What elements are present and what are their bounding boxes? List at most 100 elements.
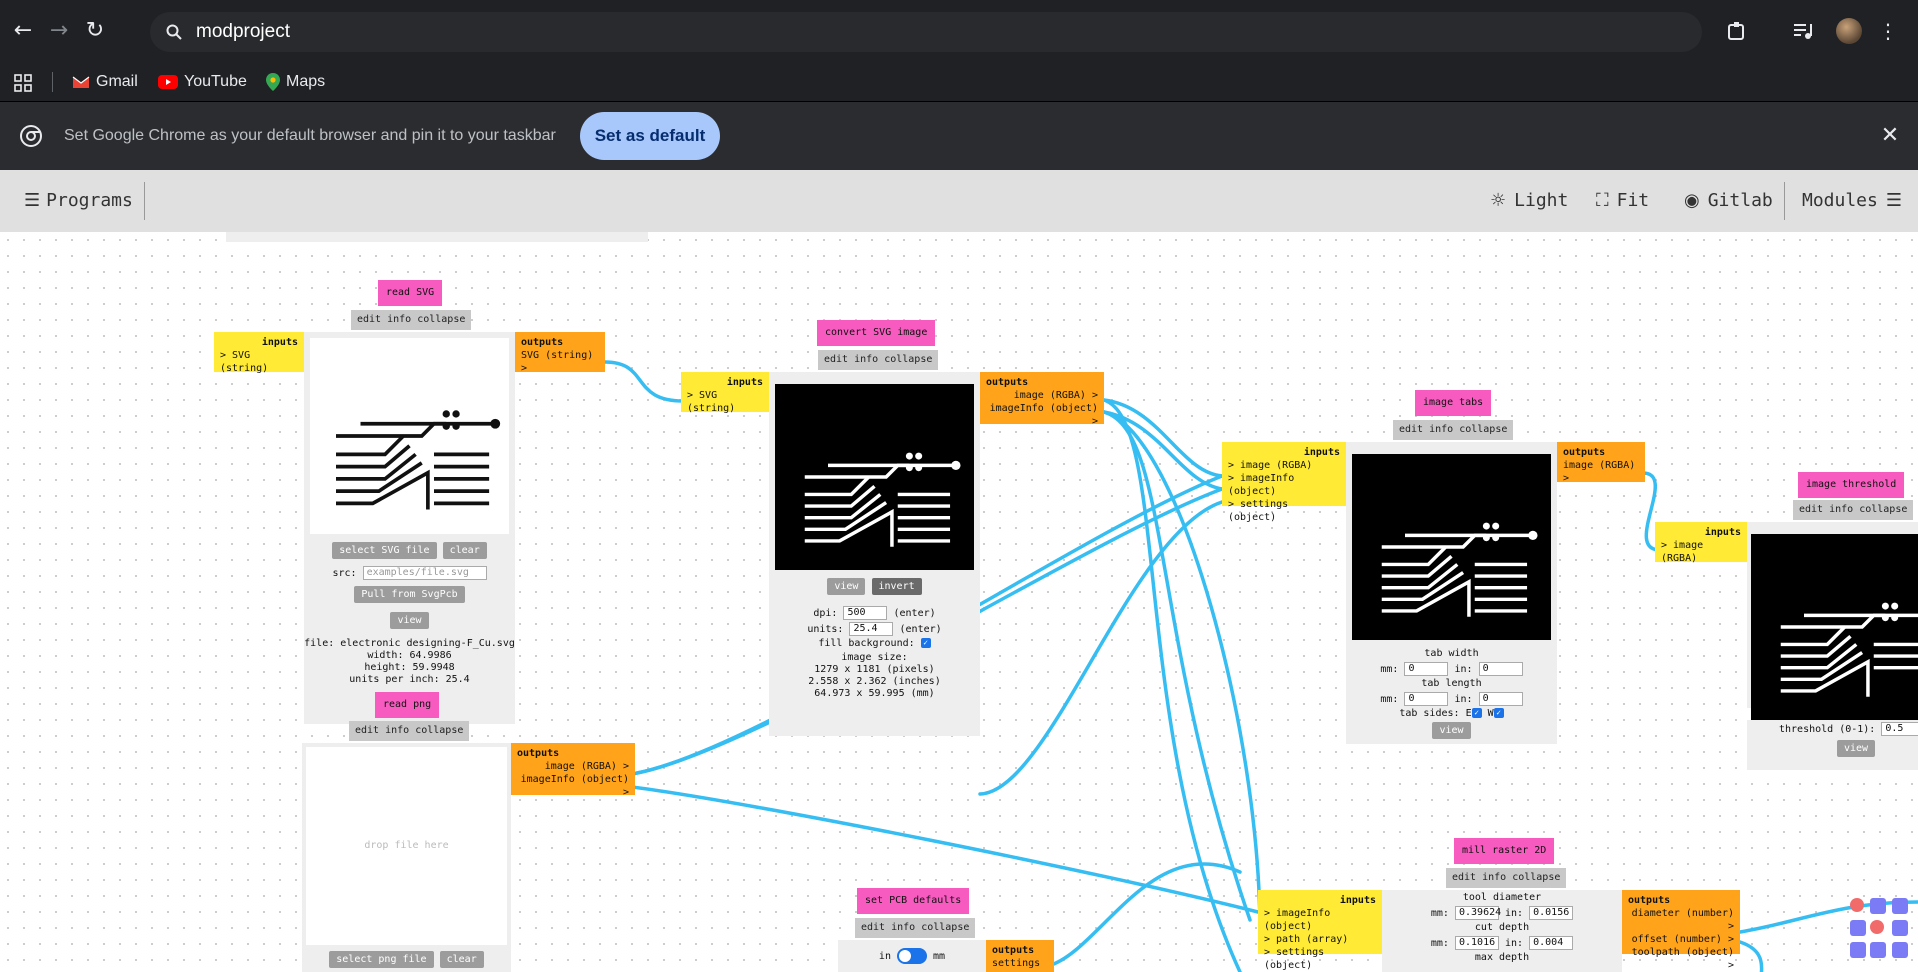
tab-side-w-checkbox[interactable]: ✓ [1493,708,1504,718]
read-svg-edit-info-collapse[interactable]: edit info collapse [351,310,472,330]
tab-length-in-input[interactable]: 0 [1478,692,1523,706]
png-drop-zone[interactable]: drop file here [306,747,507,945]
output-port-image[interactable]: image (RGBA) > [1563,459,1639,485]
input-port-svg[interactable]: > SVG (string) [687,389,763,415]
output-port-settings[interactable]: settings > [992,957,1048,972]
input-port-svg[interactable]: > SVG (string) [220,349,298,375]
read-svg-view-button[interactable]: view [390,612,429,629]
media-queue-icon[interactable] [1792,20,1814,42]
programs-label: Programs [46,190,133,211]
units-toggle-row: in mm [838,948,986,964]
pcb-defaults-title[interactable]: set PCB defaults [857,888,970,914]
read-png-edit-info-collapse[interactable]: edit info collapse [349,721,470,741]
tool-diameter-label: tool diameter [1462,892,1542,903]
invert-button[interactable]: invert [871,578,922,595]
image-tabs-view-button[interactable]: view [1432,722,1471,739]
output-port-image[interactable]: image (RGBA) > [986,389,1098,402]
fit-button[interactable]: ⛶ Fit [1596,170,1649,232]
sun-icon: ☼ [1490,190,1507,211]
fill-background-row: fill background: ✓ [769,638,980,649]
light-theme-button[interactable]: ☼ Light [1490,170,1568,232]
program-canvas[interactable]: read SVG edit info collapse inputs > SVG… [0,232,1918,972]
youtube-icon [158,74,178,89]
kebab-menu-icon[interactable]: ⋮ [1878,18,1898,44]
image-tabs-outputs: outputs image (RGBA) > [1557,442,1645,485]
forward-icon[interactable]: → [42,14,76,48]
toggle-in-label: in [878,951,891,962]
input-port-imageinfo[interactable]: > imageInfo (object) [1264,907,1376,933]
bookmark-youtube[interactable]: YouTube [158,68,247,96]
chrome-logo-icon [20,125,42,147]
reload-icon[interactable]: ↻ [78,14,112,48]
input-port-settings[interactable]: > settings (object) [1264,946,1376,972]
set-as-default-button[interactable]: Set as default [580,112,720,160]
clear-svg-button[interactable]: clear [442,542,487,559]
threshold-input[interactable]: 0.5 [1881,722,1918,736]
tab-width-mm-input[interactable]: 0 [1404,662,1449,676]
input-port-image[interactable]: > image (RGBA) [1228,459,1340,472]
apps-grid-icon[interactable] [14,74,32,92]
units-toggle-switch[interactable] [897,948,927,964]
clear-png-button[interactable]: clear [439,951,484,968]
input-port-settings[interactable]: > settings (object) [1228,498,1340,524]
src-input[interactable]: examples/file.svg [362,566,487,580]
tab-side-e-checkbox[interactable]: ✓ [1471,708,1482,718]
bookmark-gmail[interactable]: Gmail [72,68,138,96]
threshold-view-button[interactable]: view [1837,740,1876,757]
cut-depth-mm-input[interactable]: 0.1016 [1454,936,1499,950]
output-port-offset[interactable]: offset (number) > [1628,933,1734,946]
cut-depth-in-input[interactable]: 0.004 [1529,936,1574,950]
image-tabs-title[interactable]: image tabs [1415,390,1492,416]
pcb-defaults-outputs: outputs settings > [986,940,1054,972]
select-png-file-button[interactable]: select png file [329,951,434,968]
output-port-toolpath[interactable]: toolpath (object) > [1628,946,1734,972]
toggle-mm-label: mm [933,951,946,962]
output-port-diameter[interactable]: diameter (number) > [1628,907,1734,933]
image-threshold-edit-info-collapse[interactable]: edit info collapse [1793,500,1914,520]
programs-menu-button[interactable]: ☰ Programs [24,170,133,232]
image-threshold-title[interactable]: image threshold [1798,472,1905,498]
read-svg-title[interactable]: read SVG [378,280,443,306]
profile-avatar[interactable] [1836,18,1862,44]
mill-raster-edit-info-collapse[interactable]: edit info collapse [1446,868,1567,888]
dpi-input[interactable]: 500 [843,606,888,620]
address-bar[interactable]: modproject [150,12,1702,52]
cut-depth-label: cut depth [1474,922,1530,933]
in-label: in: [1505,938,1524,949]
tab-width-in-input[interactable]: 0 [1478,662,1523,676]
tool-diameter-in-input[interactable]: 0.0156 [1529,906,1574,920]
convert-view-button[interactable]: view [827,578,866,595]
input-port-path[interactable]: > path (array) [1264,933,1376,946]
pull-from-svgpcb-button[interactable]: Pull from SvgPcb [354,586,465,603]
pcb-defaults-edit-info-collapse[interactable]: edit info collapse [855,918,976,938]
offscreen-module-grid-icon[interactable] [1850,898,1918,972]
output-port-imageinfo[interactable]: imageInfo (object) > [986,402,1098,428]
output-port-svg[interactable]: SVG (string) > [521,349,599,375]
select-svg-file-button[interactable]: select SVG file [332,542,437,559]
image-tabs-edit-info-collapse[interactable]: edit info collapse [1393,420,1514,440]
close-infobar-icon[interactable]: ✕ [1876,122,1904,150]
output-port-imageinfo[interactable]: imageInfo (object) > [517,773,629,799]
tab-length-mm-input[interactable]: 0 [1404,692,1449,706]
read-png-title[interactable]: read png [375,692,440,718]
input-port-image[interactable]: > image (RGBA) [1661,539,1741,565]
convert-svg-title[interactable]: convert SVG image [817,320,936,346]
bookmark-label: Maps [286,73,326,90]
bookmark-maps[interactable]: Maps [266,68,325,96]
input-port-imageinfo[interactable]: > imageInfo (object) [1228,472,1340,498]
output-port-image[interactable]: image (RGBA) > [517,760,629,773]
modules-menu-button[interactable]: Modules ☰ [1802,170,1902,232]
units-input[interactable]: 25.4 [849,622,894,636]
tool-diameter-mm-input[interactable]: 0.39624 [1454,906,1501,920]
mill-raster-title[interactable]: mill raster 2D [1454,838,1555,864]
fill-background-checkbox[interactable]: ✓ [920,638,931,648]
outputs-heading: outputs [1628,895,1671,906]
convert-svg-edit-info-collapse[interactable]: edit info collapse [818,350,939,370]
read-svg-inputs: inputs > SVG (string) [214,332,304,375]
extensions-icon[interactable] [1726,20,1748,42]
tab-length-label: tab length [1421,678,1482,689]
gitlab-link[interactable]: ◉ Gitlab [1684,170,1773,232]
fit-frame-icon: ⛶ [1596,190,1609,211]
back-icon[interactable]: ← [6,14,40,48]
app-header: ☰ Programs ☼ Light ⛶ Fit ◉ Gitlab Modules ☰ [0,170,1918,232]
